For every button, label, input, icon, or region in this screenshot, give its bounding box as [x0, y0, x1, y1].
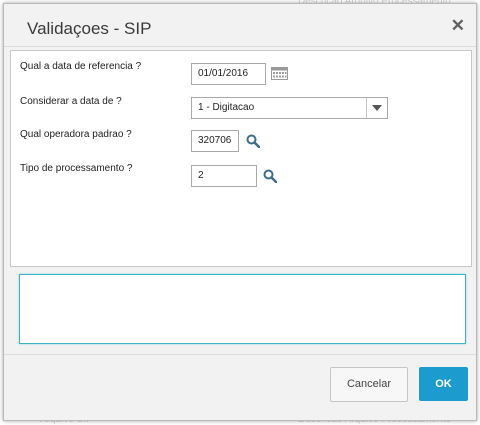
- operadora-padrao-input[interactable]: 320706: [191, 130, 239, 152]
- calendar-icon[interactable]: [271, 67, 288, 85]
- tipo-processamento-input[interactable]: 2: [191, 165, 257, 187]
- ok-button[interactable]: OK: [419, 367, 468, 401]
- close-icon[interactable]: ✕: [451, 16, 465, 36]
- footer-divider: [4, 354, 476, 355]
- data-referencia-label: Qual a data de referencia ?: [20, 61, 142, 72]
- dialog-title: Validaçoes - SIP: [27, 19, 152, 38]
- validacoes-dialog: Validaçoes - SIP ✕ Qual a data de refere…: [3, 3, 477, 421]
- parameters-panel: Qual a data de referencia ? 01/01/2016 C…: [10, 50, 472, 267]
- tipo-processamento-label: Tipo de processamento ?: [20, 163, 133, 174]
- chevron-down-icon[interactable]: [366, 98, 387, 118]
- data-referencia-input[interactable]: 01/01/2016: [191, 63, 266, 85]
- considerar-data-value: 1 - Digitacao: [198, 102, 255, 113]
- search-icon[interactable]: [246, 134, 261, 153]
- cancel-button[interactable]: Cancelar: [330, 367, 408, 402]
- title-divider: [4, 46, 476, 47]
- description-textarea[interactable]: [19, 274, 466, 344]
- operadora-padrao-label: Qual operadora padrao ?: [20, 129, 132, 140]
- considerar-data-select[interactable]: 1 - Digitacao: [191, 97, 388, 119]
- considerar-data-label: Considerar a data de ?: [20, 96, 122, 107]
- search-icon[interactable]: [263, 169, 278, 188]
